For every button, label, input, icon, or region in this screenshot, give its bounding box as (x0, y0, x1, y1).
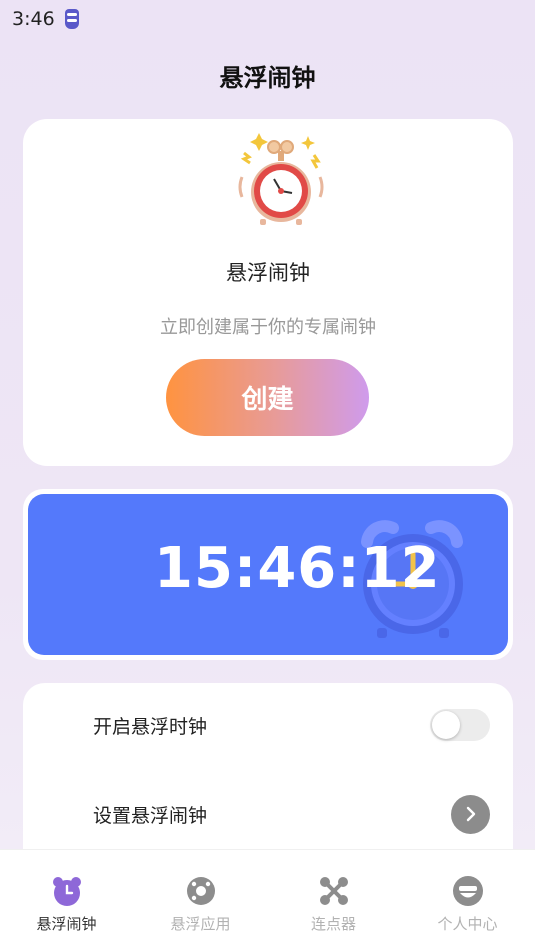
tab-label: 个人中心 (437, 915, 498, 933)
notification-app-icon (64, 9, 79, 29)
status-bar: 3:46 (0, 0, 535, 38)
setting-row-floating-clock[interactable]: 开启悬浮时钟 (23, 695, 513, 755)
page-title: 悬浮闹钟 (219, 64, 316, 92)
create-button[interactable]: 创建 (166, 359, 369, 436)
tab-auto-clicker[interactable]: 连点器 (267, 850, 400, 951)
setting-row-floating-alarm[interactable]: 设置悬浮闹钟 (23, 784, 513, 844)
floating-clock-toggle[interactable] (430, 709, 490, 741)
alarm-clock-icon (52, 877, 81, 906)
profile-icon (452, 876, 483, 906)
current-time-panel: 15:46:12 (28, 494, 508, 655)
auto-clicker-icon (319, 877, 348, 905)
create-card-subtitle: 立即创建属于你的专属闹钟 (160, 317, 376, 338)
setting-label: 开启悬浮时钟 (93, 715, 208, 738)
current-time-display: 15:46:12 (154, 536, 441, 601)
floating-app-icon (186, 877, 215, 905)
chevron-right-icon[interactable] (451, 794, 490, 834)
setting-label: 设置悬浮闹钟 (93, 804, 208, 827)
tab-label: 连点器 (310, 915, 356, 933)
bottom-tab-bar: 悬浮闹钟 悬浮应用 连点器 个人中心 (0, 849, 535, 951)
tab-label: 悬浮闹钟 (36, 915, 97, 933)
create-card-title: 悬浮闹钟 (226, 261, 310, 285)
tab-label: 悬浮应用 (170, 915, 231, 933)
tab-floating-app[interactable]: 悬浮应用 (134, 850, 267, 951)
alarm-clock-illustration-icon (238, 133, 324, 225)
create-alarm-card: 悬浮闹钟 立即创建属于你的专属闹钟 创建 (23, 119, 513, 466)
current-time-card: 15:46:12 (23, 489, 513, 660)
tab-profile[interactable]: 个人中心 (401, 850, 534, 951)
toggle-knob (432, 711, 460, 739)
status-time: 3:46 (12, 8, 55, 30)
tab-floating-alarm[interactable]: 悬浮闹钟 (0, 850, 133, 951)
